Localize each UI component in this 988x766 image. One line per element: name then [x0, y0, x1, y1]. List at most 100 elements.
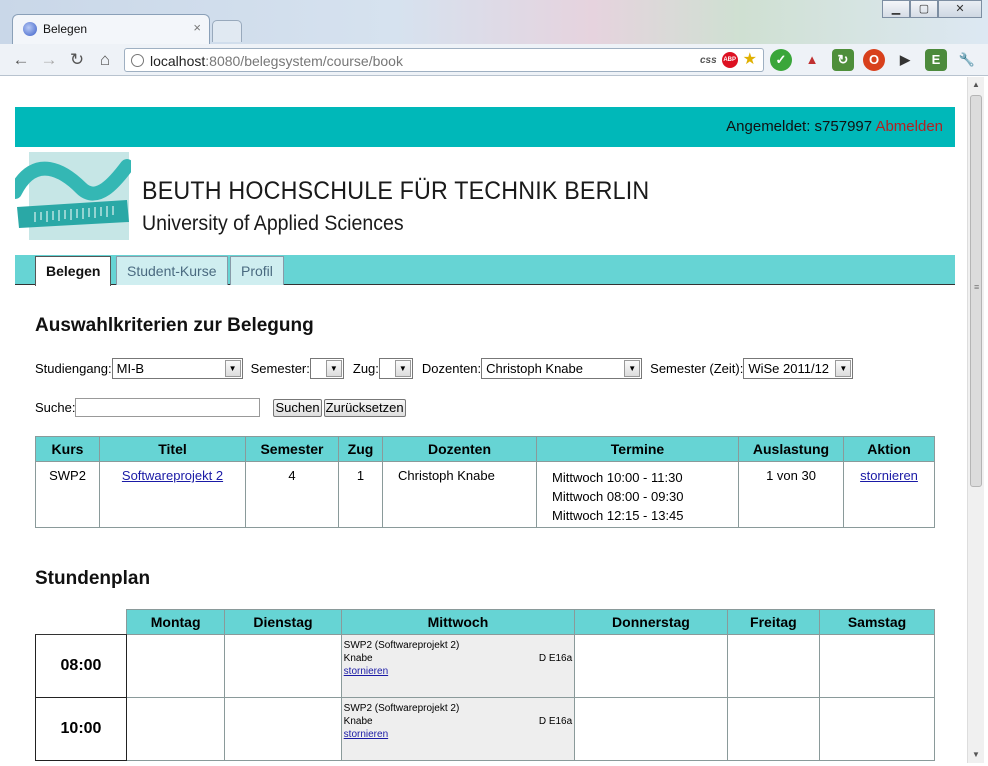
timetable-cell: [726, 697, 821, 761]
login-bar: Angemeldet: s757997 Abmelden: [15, 107, 955, 147]
chevron-down-icon: ▼: [394, 359, 411, 377]
css-extension-icon[interactable]: css: [700, 55, 717, 66]
cell-dozenten: Christoph Knabe: [382, 461, 537, 528]
zug-select[interactable]: ▼: [378, 357, 413, 379]
vertical-scrollbar[interactable]: ▲ ≡ ▼: [967, 77, 984, 763]
browser-toolbar: ← → ↻ ⌂ localhost:8080/belegsystem/cours…: [0, 44, 988, 76]
site-header: BEUTH HOCHSCHULE FÜR TECHNIK BERLIN Univ…: [15, 147, 955, 255]
timetable-entry: SWP2 (Softwareprojekt 2) Knabe D E16a st…: [340, 697, 576, 761]
chevron-down-icon: ▼: [835, 359, 852, 377]
wrench-icon[interactable]: 🔧: [956, 49, 978, 71]
tab-close-icon[interactable]: ×: [193, 20, 201, 35]
time-label: 10:00: [35, 697, 127, 761]
main-content: Auswahlkriterien zur Belegung Studiengan…: [15, 285, 955, 761]
search-row: Suche: Suchen Zurücksetzen: [35, 398, 935, 417]
cell-zug: 1: [338, 461, 383, 528]
timetable-cell: [574, 697, 728, 761]
tab-profil[interactable]: Profil: [230, 256, 284, 285]
semester-zeit-value: WiSe 2011/12: [748, 360, 830, 376]
col-termine: Termine: [536, 436, 739, 462]
forward-icon[interactable]: →: [38, 49, 60, 71]
home-icon[interactable]: ⌂: [94, 49, 116, 71]
courses-header-row: Kurs Titel Semester Zug Dozenten Termine…: [35, 436, 935, 462]
timetable-corner: [35, 609, 127, 635]
day-freitag: Freitag: [726, 609, 821, 635]
studiengang-label: Studiengang:: [35, 360, 112, 376]
table-row: SWP2 Softwareprojekt 2 4 1 Christoph Kna…: [35, 461, 935, 528]
beuth-logo-icon: [15, 152, 131, 240]
tab-student-kurse[interactable]: Student-Kurse: [116, 256, 228, 285]
scroll-down-icon[interactable]: ▼: [968, 747, 984, 763]
close-window-button[interactable]: ✕: [938, 0, 982, 18]
filter-row: Studiengang: MI-B ▼ Semester: ▼ Zug: ▼ D…: [35, 357, 935, 379]
new-tab-button[interactable]: [212, 20, 242, 42]
address-bar[interactable]: localhost:8080/belegsystem/course/book c…: [124, 48, 764, 72]
page: Angemeldet: s757997 Abmelden BEUTH HOCHS…: [15, 107, 955, 761]
chevron-down-icon: ▼: [624, 359, 641, 377]
course-title-link[interactable]: Softwareprojekt 2: [122, 468, 223, 483]
maximize-button[interactable]: ▢: [910, 0, 938, 18]
col-aktion: Aktion: [843, 436, 935, 462]
col-semester: Semester: [245, 436, 339, 462]
timetable-cell: [574, 634, 728, 698]
dozenten-select[interactable]: Christoph Knabe ▼: [481, 357, 643, 379]
adblock-icon[interactable]: ABP: [721, 52, 738, 68]
scroll-up-icon[interactable]: ▲: [968, 77, 984, 93]
col-dozenten: Dozenten: [382, 436, 537, 462]
studiengang-select[interactable]: MI-B ▼: [111, 357, 243, 379]
window-controls: ▁ ▢ ✕: [882, 0, 982, 18]
zug-label: Zug:: [352, 360, 379, 376]
bookmark-star-icon[interactable]: ★: [743, 52, 757, 68]
timetable-cell: [819, 697, 935, 761]
entry-cancel-link[interactable]: stornieren: [344, 666, 388, 677]
extension-icons: ✓ ▲ ↻ O ▶ E 🔧: [770, 49, 978, 71]
semester-select[interactable]: ▼: [309, 357, 344, 379]
scroll-thumb[interactable]: ≡: [970, 95, 982, 487]
entry-details: Knabe D E16a: [344, 652, 573, 665]
chevron-down-icon: ▼: [325, 359, 342, 377]
col-titel: Titel: [99, 436, 246, 462]
entry-room: D E16a: [538, 716, 573, 727]
logout-link[interactable]: Abmelden: [875, 118, 943, 135]
url-host: localhost: [150, 53, 206, 69]
reload-icon[interactable]: ↻: [66, 49, 88, 71]
evernote-extension-icon[interactable]: E: [925, 49, 947, 71]
termin-line: Mittwoch 08:00 - 09:30: [552, 489, 684, 504]
tab-belegen[interactable]: Belegen: [35, 256, 112, 286]
col-auslastung: Auslastung: [738, 436, 844, 462]
arrow-extension-icon[interactable]: ▲: [801, 49, 823, 71]
browser-tab[interactable]: Belegen ×: [12, 14, 210, 44]
col-zug: Zug: [338, 436, 383, 462]
timetable: Montag Dienstag Mittwoch Donnerstag Frei…: [35, 609, 935, 761]
search-button[interactable]: Suchen: [273, 398, 322, 417]
reset-button[interactable]: Zurücksetzen: [323, 398, 406, 417]
browser-title-bar: Belegen × ▁ ▢ ✕: [0, 0, 988, 44]
phone-extension-icon[interactable]: ▶: [894, 49, 916, 71]
courses-table: Kurs Titel Semester Zug Dozenten Termine…: [35, 436, 935, 528]
dozenten-label: Dozenten:: [421, 360, 482, 376]
entry-teacher: Knabe: [343, 716, 373, 727]
refresh-extension-icon[interactable]: ↻: [832, 49, 854, 71]
minimize-button[interactable]: ▁: [882, 0, 910, 18]
semester-zeit-select[interactable]: WiSe 2011/12 ▼: [743, 357, 854, 379]
opera-extension-icon[interactable]: O: [863, 49, 885, 71]
timetable-cell: [819, 634, 935, 698]
chevron-down-icon: ▼: [224, 359, 241, 377]
grip-icon: ≡: [974, 282, 980, 292]
search-input[interactable]: [75, 398, 261, 417]
search-label: Suche:: [35, 400, 76, 415]
page-viewport: Angemeldet: s757997 Abmelden BEUTH HOCHS…: [3, 77, 967, 763]
back-icon[interactable]: ←: [10, 49, 32, 71]
check-extension-icon[interactable]: ✓: [770, 49, 792, 71]
cancel-booking-link[interactable]: stornieren: [860, 468, 918, 483]
timetable-cell: [224, 634, 342, 698]
globe-icon: [131, 54, 144, 67]
filters-title: Auswahlkriterien zur Belegung: [35, 315, 314, 336]
day-montag: Montag: [125, 609, 226, 635]
entry-cancel-link[interactable]: stornieren: [344, 729, 388, 740]
url-path: :8080/belegsystem/course/book: [205, 53, 403, 69]
plan-title: Stundenplan: [35, 568, 151, 589]
school-name: BEUTH HOCHSCHULE FÜR TECHNIK BERLIN: [142, 177, 650, 205]
day-mittwoch: Mittwoch: [340, 609, 576, 635]
timetable-row: 10:00 SWP2 (Softwareprojekt 2) Knabe D E…: [35, 697, 935, 761]
